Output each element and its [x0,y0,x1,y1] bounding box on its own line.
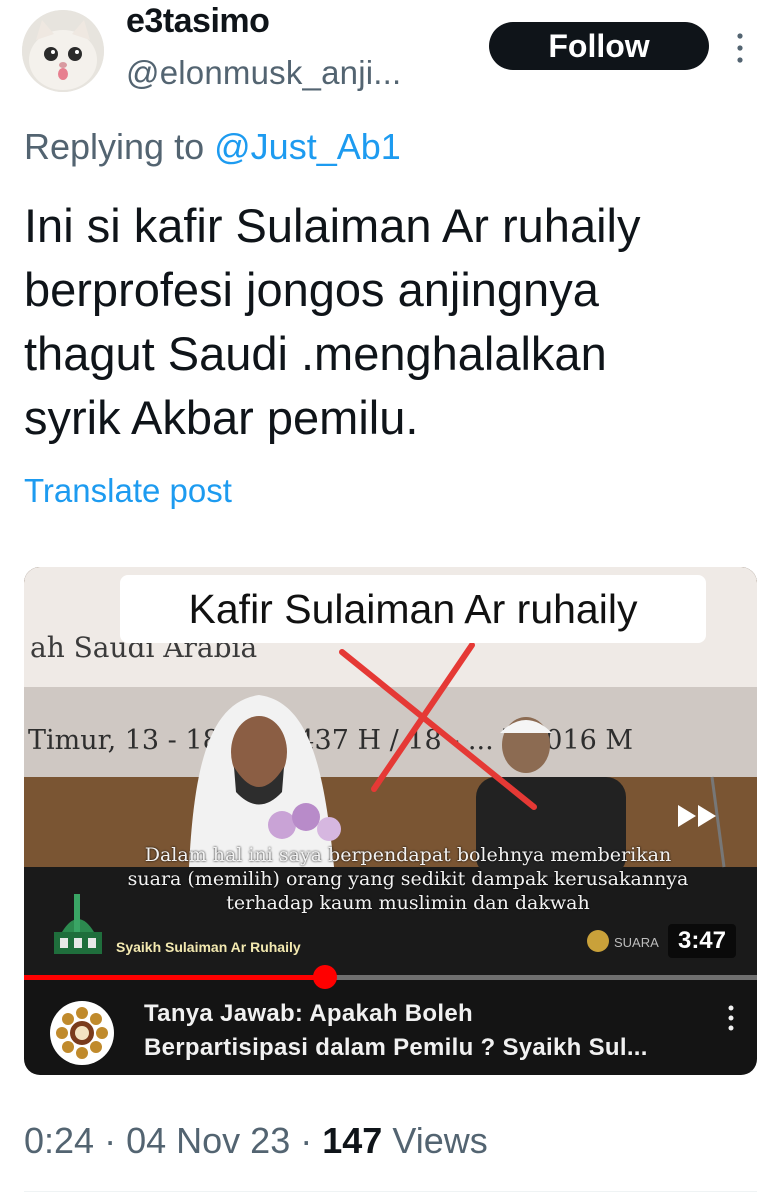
meta-separator: · [300,1120,313,1161]
video-title[interactable]: Tanya Jawab: Apakah Boleh Berpartisipasi… [144,997,714,1065]
replying-to-line: Replying to @Just_Ab1 [24,126,401,168]
tweet-date[interactable]: 04 Nov 23 [126,1120,290,1161]
tweet-time[interactable]: 0:24 [24,1120,94,1161]
tweet-text: Ini si kafir Sulaiman Ar ruhaily berprof… [24,199,641,444]
suara-watermark-icon: SUARA [587,930,659,952]
video-progress-handle[interactable] [312,965,337,989]
divider [24,1191,757,1192]
video-progress-fill [24,975,325,980]
reply-mention-link[interactable]: @Just_Ab1 [214,126,401,167]
vertical-ellipsis-icon[interactable] [724,1003,738,1033]
replying-prefix: Replying to [24,126,205,167]
video-duration-badge: 3:47 [668,924,736,958]
channel-avatar[interactable] [50,1001,114,1065]
tweet-meta: 0:24 · 04 Nov 23 · 147 Views [24,1120,488,1162]
views-label: Views [392,1120,488,1161]
fast-forward-icon[interactable] [676,803,722,829]
video-progress-track[interactable] [24,975,757,980]
views-count: 147 [322,1120,383,1161]
video-subtitle: Dalam hal ini saya berpendapat bolehnya … [127,844,689,914]
media-card[interactable]: ah Saudi Arabia Timur, 13 - 18 S... 1437… [24,567,757,1075]
channel-logo-icon [52,1003,112,1063]
speaker-label: Syaikh Sulaiman Ar Ruhaily [116,939,301,955]
author-handle[interactable]: @elonmusk_anji... [126,54,401,92]
meta-separator: · [104,1120,117,1161]
overlay-caption: Kafir Sulaiman Ar ruhaily [120,575,706,643]
translate-post-link[interactable]: Translate post [24,472,232,510]
follow-button[interactable]: Follow [489,22,709,70]
watermark-text: SUARA [614,935,659,950]
author-display-name[interactable]: e3tasimo [126,2,270,41]
cat-avatar-icon [22,10,104,92]
mosque-logo-icon [54,894,102,954]
author-avatar[interactable] [22,10,104,92]
vertical-ellipsis-icon[interactable] [730,30,750,66]
